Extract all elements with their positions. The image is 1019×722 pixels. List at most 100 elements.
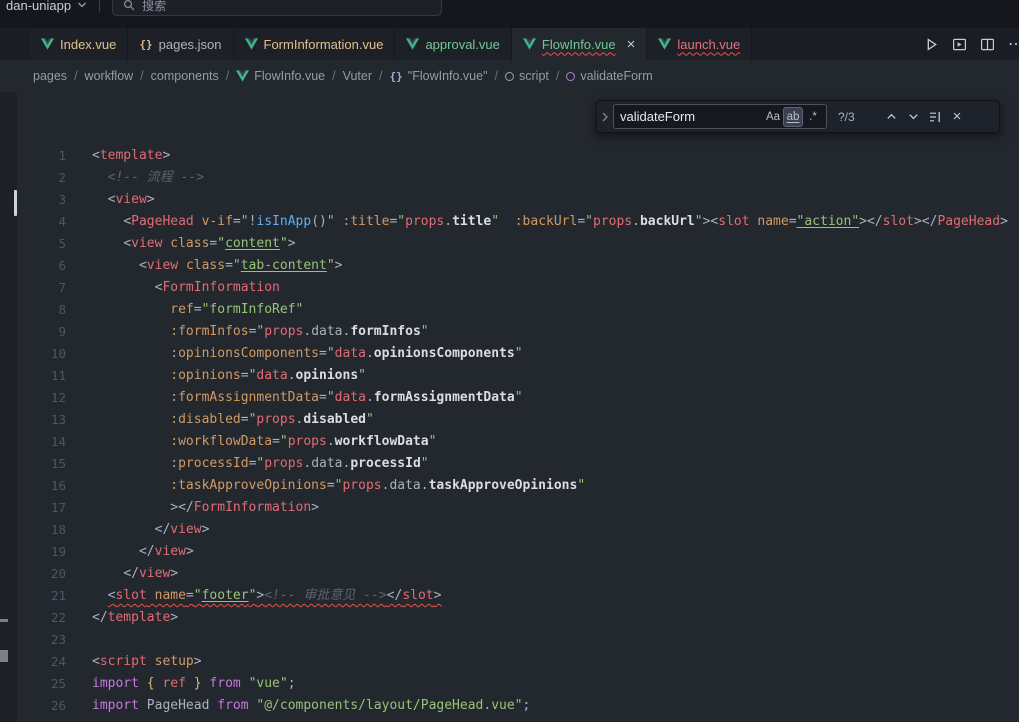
tab-close-icon[interactable]: × [627, 37, 636, 52]
code-line[interactable]: 23 [17, 629, 1019, 651]
breadcrumb-item-vuter[interactable]: Vuter [343, 69, 372, 83]
code-line[interactable]: 21 <slot name="footer"><!-- 审批意见 --></sl… [17, 585, 1019, 607]
line-number[interactable]: 22 [17, 607, 66, 629]
match-case-button[interactable]: Aa [763, 107, 783, 127]
code-line[interactable]: 20 </view> [17, 563, 1019, 585]
run-debug-icon[interactable] [952, 37, 967, 52]
tab-launch-vue[interactable]: launch.vue [647, 28, 752, 60]
code-token: props [264, 324, 303, 339]
code-line[interactable]: 11 :opinions="data.opinions" [17, 365, 1019, 387]
breadcrumb-item-pages[interactable]: pages [33, 69, 67, 83]
previous-match-button[interactable] [880, 106, 902, 128]
code-line[interactable]: 9 :formInfos="props.data.formInfos" [17, 321, 1019, 343]
line-number[interactable]: 14 [17, 431, 66, 453]
code-token: > [170, 566, 178, 581]
line-number[interactable]: 24 [17, 651, 66, 673]
code-line[interactable]: 10 :opinionsComponents="data.opinionsCom… [17, 343, 1019, 365]
breadcrumb-item-workflow[interactable]: workflow [85, 69, 134, 83]
code-editor[interactable]: 1 < template >2 <!-- 流程 -->3 <view>4 <PageH… [17, 92, 1019, 722]
tab-flowinfo-vue[interactable]: FlowInfo.vue× [512, 28, 647, 60]
code-line[interactable]: 14 :workflowData="props.workflowData" [17, 431, 1019, 453]
line-number[interactable]: 13 [17, 409, 66, 431]
code-line[interactable]: 8 ref="formInfoRef" [17, 299, 1019, 321]
line-number[interactable]: 10 [17, 343, 66, 365]
code-line[interactable]: 4 <PageHead v-if="!isInApp()" :title="pr… [17, 211, 1019, 233]
code-text: <slot name="footer"><!-- 审批意见 --></slot> [66, 585, 441, 607]
breadcrumb-item-validateform[interactable]: validateForm [566, 69, 652, 83]
tab-forminformation-vue[interactable]: FormInformation.vue [234, 28, 396, 60]
line-number[interactable]: 6 [17, 255, 66, 277]
next-match-button[interactable] [902, 106, 924, 128]
close-find-icon[interactable]: × [946, 106, 968, 128]
code-token: . [444, 214, 452, 229]
code-line[interactable]: 22</template> [17, 607, 1019, 629]
code-line[interactable]: 5 <view class="content"> [17, 233, 1019, 255]
find-input[interactable] [616, 109, 763, 124]
breadcrumb-item--flowinfo-vue-[interactable]: {}"FlowInfo.vue" [390, 69, 488, 83]
code-line[interactable]: 1<template> [17, 145, 1019, 167]
code-line[interactable]: 7 <FormInformation [17, 277, 1019, 299]
line-number[interactable]: 5 [17, 233, 66, 255]
breadcrumb-item-script[interactable]: script [505, 69, 549, 83]
breadcrumb-label: Vuter [343, 69, 372, 83]
chevron-down-icon[interactable] [77, 1, 87, 9]
regex-button[interactable]: .* [803, 107, 823, 127]
line-number[interactable]: 18 [17, 519, 66, 541]
tab-index-vue[interactable]: Index.vue [30, 28, 128, 60]
indent [92, 346, 170, 361]
line-number[interactable]: 7 [17, 277, 66, 299]
line-number[interactable]: 23 [17, 629, 66, 651]
line-number[interactable]: 19 [17, 541, 66, 563]
find-in-selection-icon[interactable] [924, 106, 946, 128]
line-number[interactable]: 4 [17, 211, 66, 233]
line-number[interactable]: 3 [17, 189, 66, 211]
line-number[interactable]: 21 [17, 585, 66, 607]
tab-label: launch.vue [677, 37, 740, 52]
breadcrumb-item-components[interactable]: components [151, 69, 219, 83]
line-number[interactable]: 11 [17, 365, 66, 387]
line-number[interactable]: 15 [17, 453, 66, 475]
code-line[interactable]: 3 <view> [17, 189, 1019, 211]
code-token: template [108, 610, 171, 625]
line-number[interactable]: 17 [17, 497, 66, 519]
line-number[interactable]: 20 [17, 563, 66, 585]
code-token: view [170, 522, 201, 537]
line-number[interactable]: 26 [17, 695, 66, 717]
code-line[interactable]: 25import { ref } from "vue"; [17, 673, 1019, 695]
project-name[interactable]: dan-uniapp [6, 0, 71, 13]
run-icon[interactable] [924, 37, 939, 52]
find-input-box[interactable]: Aa ab .* [613, 104, 827, 129]
code-token: < [92, 148, 100, 163]
code-line[interactable]: 19 </view> [17, 541, 1019, 563]
split-editor-icon[interactable] [980, 37, 995, 52]
code-token: taskApproveOpinions [429, 478, 578, 493]
code-token: < [123, 236, 131, 251]
code-token: tab-content [241, 258, 327, 273]
code-line[interactable]: 6 <view class="tab-content"> [17, 255, 1019, 277]
line-number[interactable]: 16 [17, 475, 66, 497]
line-number[interactable]: 1 [17, 145, 66, 167]
code-token: </ [92, 610, 108, 625]
line-number[interactable]: 8 [17, 299, 66, 321]
code-line[interactable]: 15 :processId="props.data.processId" [17, 453, 1019, 475]
breadcrumb-item-flowinfo-vue[interactable]: FlowInfo.vue [236, 69, 325, 83]
line-number[interactable]: 12 [17, 387, 66, 409]
code-line[interactable]: 16 :taskApproveOpinions="props.data.task… [17, 475, 1019, 497]
line-number[interactable]: 2 [17, 167, 66, 189]
code-line[interactable]: 24<script setup> [17, 651, 1019, 673]
code-line[interactable]: 2 <!-- 流程 --> [17, 167, 1019, 189]
code-line[interactable]: 18 </view> [17, 519, 1019, 541]
tab-pages-json[interactable]: {}pages.json [128, 28, 233, 60]
whole-word-button[interactable]: ab [783, 107, 803, 127]
toggle-replace-button[interactable] [597, 101, 613, 132]
more-actions-icon[interactable]: ⋯ [1008, 34, 1019, 54]
global-search-box[interactable]: 搜索 [112, 0, 442, 16]
tab-approval-vue[interactable]: approval.vue [395, 28, 511, 60]
code-line[interactable]: 17 ></FormInformation> [17, 497, 1019, 519]
code-text: ></FormInformation> [66, 497, 319, 519]
code-line[interactable]: 13 :disabled="props.disabled" [17, 409, 1019, 431]
line-number[interactable]: 25 [17, 673, 66, 695]
code-line[interactable]: 26import PageHead from "@/components/lay… [17, 695, 1019, 717]
line-number[interactable]: 9 [17, 321, 66, 343]
code-line[interactable]: 12 :formAssignmentData="data.formAssignm… [17, 387, 1019, 409]
